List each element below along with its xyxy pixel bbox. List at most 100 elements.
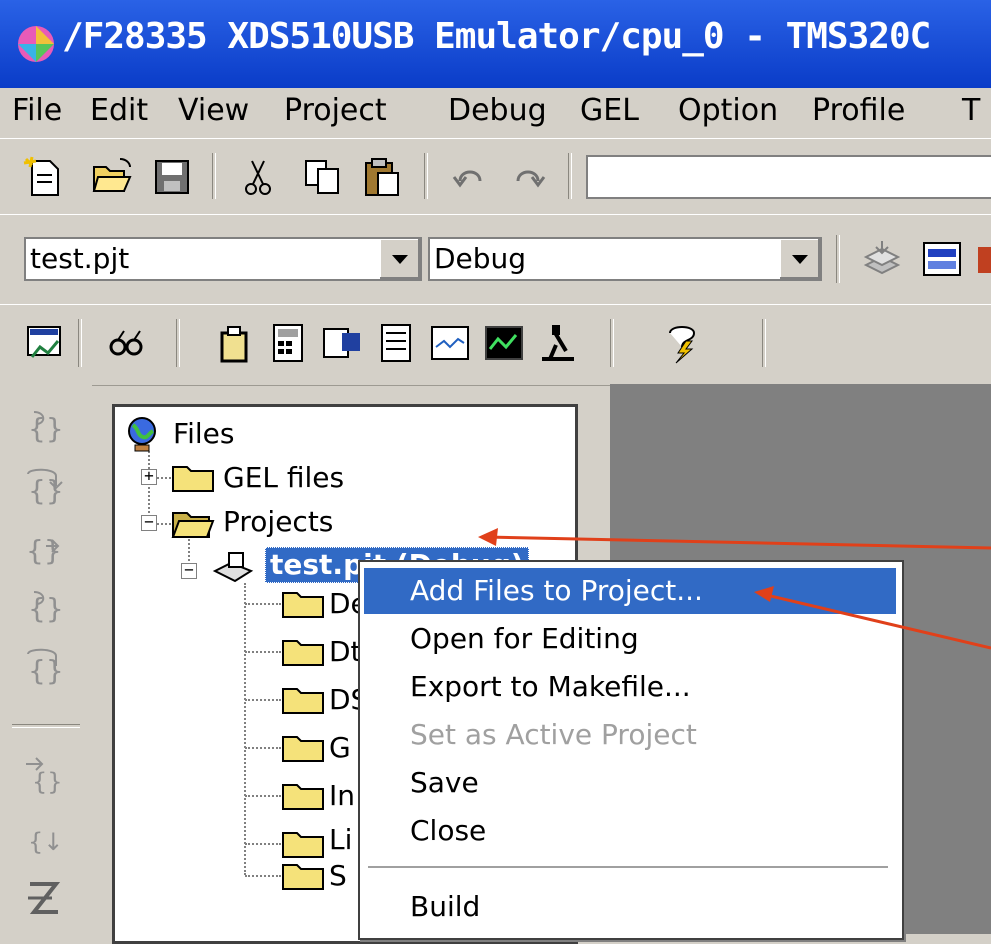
context-menu: Add Files to Project... Open for Editing… xyxy=(358,560,904,940)
menu-gel[interactable]: GEL xyxy=(580,92,639,130)
animate-icon[interactable] xyxy=(22,876,66,920)
project-icon xyxy=(212,552,254,583)
redo-icon[interactable] xyxy=(506,155,550,199)
folder-icon xyxy=(282,864,324,890)
tree-child[interactable]: Li xyxy=(329,823,352,857)
toolbar-separator xyxy=(12,724,80,728)
step-out-icon[interactable]: {} xyxy=(22,526,66,570)
tree-child[interactable]: S xyxy=(329,859,347,893)
memory-icon[interactable] xyxy=(212,321,256,365)
paste-icon[interactable] xyxy=(360,155,404,199)
project-select[interactable]: test.pjt xyxy=(24,237,422,281)
folder-icon xyxy=(282,736,324,762)
title-bar: /F28335 XDS510USB Emulator/cpu_0 - TMS32… xyxy=(0,0,991,88)
menu-divider xyxy=(368,866,888,868)
svg-text:{}: {} xyxy=(26,534,62,567)
asm-step-over-icon[interactable]: {↓} xyxy=(22,816,66,860)
menu-edit[interactable]: Edit xyxy=(90,92,148,130)
tree-child[interactable]: G xyxy=(329,731,351,765)
registers-icon[interactable] xyxy=(320,321,364,365)
search-input[interactable] xyxy=(586,155,991,199)
menu-profile[interactable]: Profile xyxy=(812,92,905,130)
menu-tools[interactable]: T xyxy=(962,92,980,130)
asm-step-into-icon[interactable]: {} xyxy=(22,754,66,798)
tree-connector xyxy=(244,583,246,875)
glasses-icon[interactable] xyxy=(104,321,148,365)
menu-open-for-editing[interactable]: Open for Editing xyxy=(364,616,896,662)
folder-icon xyxy=(172,466,214,492)
run-to-cursor-icon[interactable]: {} xyxy=(22,586,66,630)
open-folder-icon[interactable] xyxy=(90,155,134,199)
folder-icon xyxy=(282,688,324,714)
menu-add-files-to-project[interactable]: Add Files to Project... xyxy=(364,568,896,614)
menu-file[interactable]: File xyxy=(12,92,62,130)
tree-root-label[interactable]: Files xyxy=(173,417,234,451)
menu-export-to-makefile[interactable]: Export to Makefile... xyxy=(364,664,896,710)
menu-option[interactable]: Option xyxy=(678,92,778,130)
svg-text:{}: {} xyxy=(28,592,64,625)
chevron-down-icon[interactable] xyxy=(379,239,420,279)
expand-icon[interactable]: + xyxy=(141,468,157,485)
help-bolt-icon[interactable] xyxy=(660,321,704,365)
toolbar-separator xyxy=(568,153,572,199)
window-title: /F28335 XDS510USB Emulator/cpu_0 - TMS32… xyxy=(62,16,931,57)
ccs-app-icon xyxy=(18,26,54,62)
set-pc-icon[interactable]: {} xyxy=(22,646,66,690)
project-select-value: test.pjt xyxy=(30,242,130,275)
toolbar-separator xyxy=(424,153,428,199)
debug-toolbar xyxy=(0,304,991,386)
tree-connector xyxy=(245,699,281,701)
svg-text:{↓}: {↓} xyxy=(28,828,66,856)
tree-connector xyxy=(245,747,281,749)
folder-icon xyxy=(282,784,324,810)
calculator-icon[interactable] xyxy=(266,321,310,365)
menu-bar: File Edit View Project Debug GEL Option … xyxy=(0,88,991,139)
svg-text:{}: {} xyxy=(28,412,64,445)
toolbar-separator xyxy=(176,319,180,367)
toolbar-separator xyxy=(836,235,840,283)
svg-text:{}: {} xyxy=(28,474,64,507)
cut-icon[interactable] xyxy=(236,155,280,199)
build-icon[interactable] xyxy=(920,237,964,281)
tree-connector xyxy=(245,843,281,845)
toolbar-separator xyxy=(212,153,216,199)
compile-icon[interactable] xyxy=(860,237,904,281)
tree-gel-files[interactable]: GEL files xyxy=(223,461,344,495)
menu-view[interactable]: View xyxy=(178,92,249,130)
menu-debug[interactable]: Debug xyxy=(448,92,547,130)
graph-icon[interactable] xyxy=(428,321,472,365)
svg-text:{}: {} xyxy=(32,768,63,796)
microscope-icon[interactable] xyxy=(536,321,580,365)
copy-icon[interactable] xyxy=(300,155,344,199)
undo-icon[interactable] xyxy=(448,155,492,199)
menu-close[interactable]: Close xyxy=(364,808,896,854)
collapse-icon[interactable]: − xyxy=(141,514,157,531)
disassembly-icon[interactable] xyxy=(374,321,418,365)
menu-project[interactable]: Project xyxy=(284,92,387,130)
plot-icon[interactable] xyxy=(482,321,526,365)
step-over-icon[interactable]: {} xyxy=(22,466,66,510)
svg-text:{}: {} xyxy=(28,654,64,687)
open-folder-icon xyxy=(171,512,215,538)
save-icon[interactable] xyxy=(150,155,194,199)
collapse-icon[interactable]: − xyxy=(181,562,197,579)
tree-child[interactable]: Dt xyxy=(329,635,362,669)
tree-connector xyxy=(245,651,281,653)
toolbar-separator xyxy=(78,319,82,367)
rebuild-icon[interactable] xyxy=(978,237,991,281)
left-debug-toolbar: {} {} {} {} {} {} {↓} xyxy=(0,384,92,934)
standard-toolbar xyxy=(0,138,991,216)
tree-child[interactable]: In xyxy=(329,779,355,813)
menu-build[interactable]: Build xyxy=(364,884,896,930)
folder-icon xyxy=(282,592,324,618)
folder-icon xyxy=(282,832,324,858)
watch-window-icon[interactable] xyxy=(22,321,66,365)
menu-set-as-active-project: Set as Active Project xyxy=(410,718,697,751)
config-select[interactable]: Debug xyxy=(428,237,822,281)
menu-save[interactable]: Save xyxy=(364,760,896,806)
chevron-down-icon[interactable] xyxy=(779,239,820,279)
tree-projects[interactable]: Projects xyxy=(223,505,333,539)
step-into-icon[interactable]: {} xyxy=(22,406,66,450)
new-file-icon[interactable] xyxy=(22,155,66,199)
config-select-value: Debug xyxy=(434,242,527,275)
